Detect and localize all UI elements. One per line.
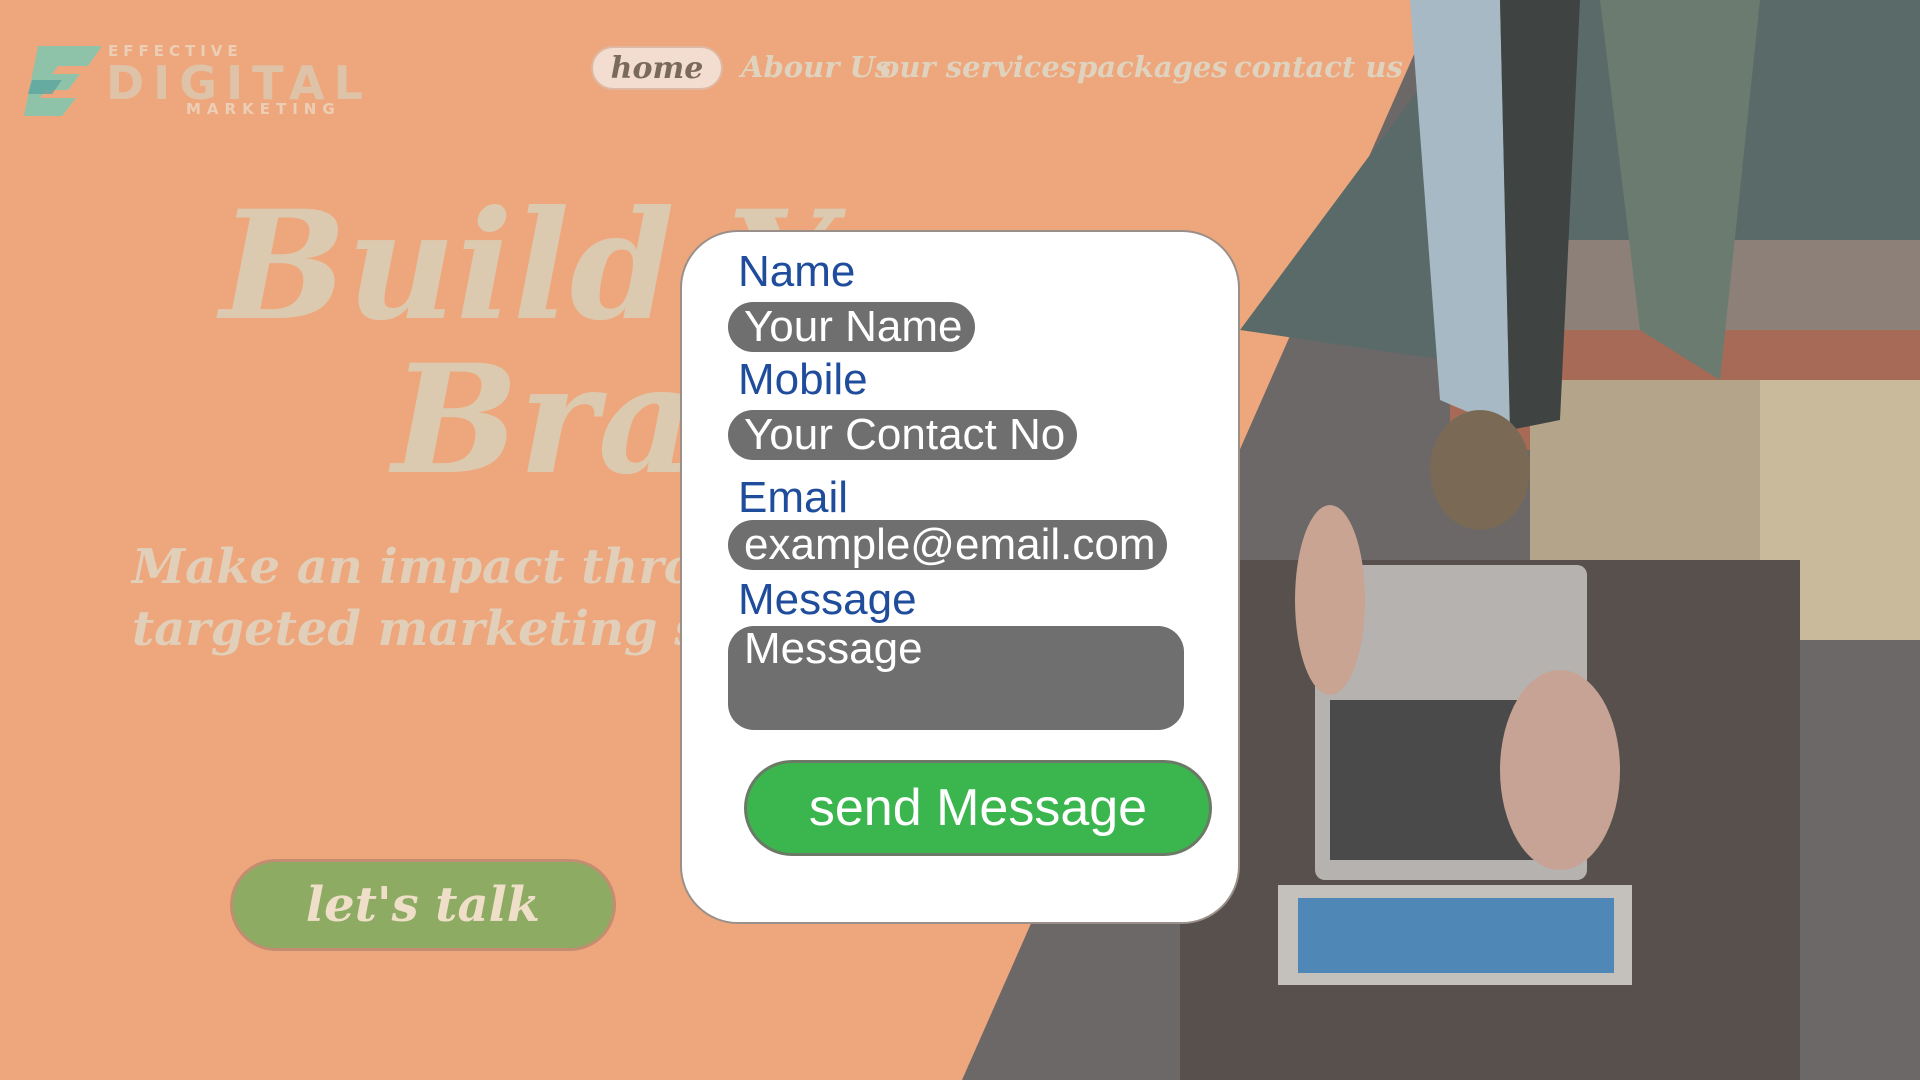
logo-sub-text: MARKETING: [186, 100, 341, 118]
nav-packages[interactable]: packages: [1077, 50, 1228, 84]
nav-our-services[interactable]: our services: [880, 50, 1076, 84]
nav-about-us[interactable]: Abour Us: [741, 50, 891, 84]
mobile-input[interactable]: Your Contact No: [728, 410, 1078, 460]
nav-contact-us[interactable]: contact us: [1234, 50, 1403, 84]
name-label: Name: [738, 247, 856, 296]
nav-home[interactable]: home: [591, 46, 723, 90]
send-message-button[interactable]: send Message: [744, 760, 1212, 856]
logo-mark-icon: [24, 46, 102, 116]
name-input[interactable]: Your Name: [728, 302, 975, 352]
email-input[interactable]: example@email.com: [728, 520, 1168, 570]
message-label: Message: [738, 575, 917, 624]
brand-logo[interactable]: EFFECTIVE DIGITAL MARKETING: [22, 40, 363, 122]
message-textarea[interactable]: Message: [728, 626, 1184, 730]
lets-talk-button[interactable]: let's talk: [230, 859, 616, 951]
mobile-label: Mobile: [738, 355, 868, 404]
contact-form-card: Name Your Name Mobile Your Contact No Em…: [680, 230, 1240, 924]
email-label: Email: [738, 473, 849, 522]
